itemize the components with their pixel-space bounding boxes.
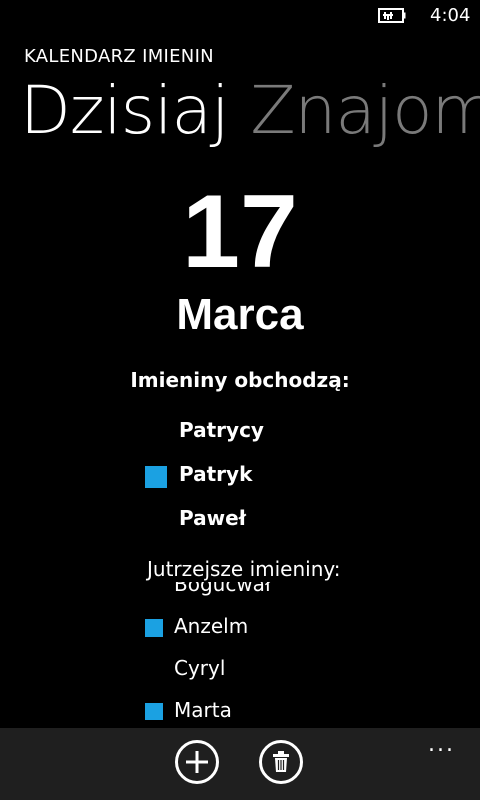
- battery-charging-icon: [378, 8, 406, 23]
- more-options-button[interactable]: ...: [428, 732, 455, 757]
- name-label: Patrycy: [179, 418, 264, 442]
- clock: 4:04: [430, 5, 471, 26]
- name-label: Anzelm: [174, 614, 249, 638]
- tomorrow-names-list[interactable]: Bogucwał Anzelm Cyryl Marta: [145, 582, 445, 720]
- name-label: Cyryl: [174, 656, 226, 680]
- trash-icon: [273, 751, 289, 772]
- name-label: Marta: [174, 698, 232, 720]
- name-label: Paweł: [179, 506, 247, 530]
- app-title: KALENDARZ IMIENIN: [24, 46, 214, 67]
- marker-square-icon: [145, 466, 167, 488]
- marker-square-icon: [145, 619, 163, 637]
- add-button[interactable]: [175, 740, 219, 784]
- name-label: Bogucwał: [174, 582, 271, 596]
- month-name: Marca: [176, 290, 304, 339]
- plus-icon: [186, 751, 208, 773]
- pivot-header: Dzisiaj Znajomi: [20, 72, 480, 149]
- pivot-item-friends[interactable]: Znajomi: [250, 72, 480, 149]
- delete-button[interactable]: [259, 740, 303, 784]
- screen: 4:04 KALENDARZ IMIENIN Dzisiaj Znajomi 17…: [0, 0, 480, 800]
- app-bar: ...: [0, 728, 480, 800]
- marker-square-icon: [145, 703, 163, 720]
- status-bar: 4:04: [0, 0, 480, 32]
- day-number: 17: [182, 174, 298, 290]
- tomorrow-names-label: Jutrzejsze imieniny:: [147, 557, 341, 581]
- today-names-label: Imieniny obchodzą:: [130, 368, 350, 392]
- pivot-item-today[interactable]: Dzisiaj: [20, 72, 229, 149]
- name-label: Patryk: [179, 462, 253, 486]
